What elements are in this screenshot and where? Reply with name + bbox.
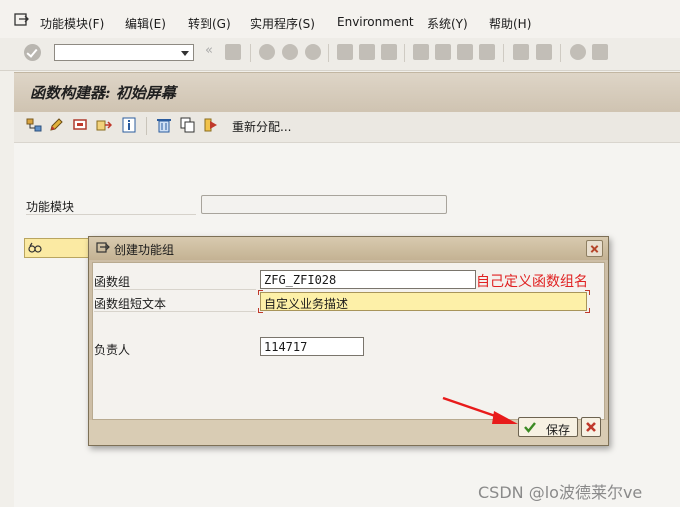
label-underline [26,214,196,215]
dialog-title: 创建功能组 [114,243,175,257]
function-group-label: 函数组 [94,275,131,289]
label-underline [94,311,256,312]
menu-function-module[interactable]: 功能模块(F) [40,15,104,32]
short-text-label: 函数组短文本 [94,297,167,311]
command-field[interactable] [54,44,194,61]
display-icon[interactable] [72,117,88,133]
menu-system[interactable]: 系统(Y) [427,15,468,32]
toolbar-separator [503,44,504,62]
copy-icon[interactable] [180,117,196,133]
enter-check-icon[interactable] [24,44,41,61]
menu-goto[interactable]: 转到(G) [188,15,231,32]
dialog-close-icon[interactable] [586,240,603,257]
new-session-icon[interactable] [513,44,529,60]
toolbar-separator [146,117,147,135]
toolbar-separator [560,44,561,62]
back-icon[interactable] [259,44,275,60]
focus-corner [258,308,263,313]
function-group-input[interactable]: ZFG_ZFI028 [260,270,476,289]
reassign-button[interactable]: 重新分配... [232,118,291,135]
focus-corner [258,290,263,295]
focus-corner [585,308,590,313]
previous-page-icon[interactable] [435,44,451,60]
cancel-icon[interactable] [305,44,321,60]
toolbar-separator [404,44,405,62]
function-module-label: 功能模块 [26,200,75,214]
toolbar-separator [328,44,329,62]
next-page-icon[interactable] [457,44,473,60]
save-label: 保存 [546,423,571,437]
change-pencil-icon[interactable] [48,117,64,133]
print-icon[interactable] [337,44,353,60]
cancel-x-icon [586,422,596,432]
toolbar-separator [250,44,251,62]
find-icon[interactable] [359,44,375,60]
menu-environment[interactable]: Environment [337,15,414,29]
page-title: 函数构建器: 初始屏幕 [30,84,176,102]
menu-help[interactable]: 帮助(H) [489,15,531,32]
last-page-icon[interactable] [479,44,495,60]
owner-input[interactable]: 114717 [260,337,364,356]
menu-utilities[interactable]: 实用程序(S) [250,15,315,32]
focus-corner [585,290,590,295]
watermark: CSDN @lo波德莱尔ve [478,483,643,502]
object-tree-icon[interactable] [26,117,42,133]
dropdown-arrow-icon[interactable] [181,51,189,56]
reassign-icon[interactable] [204,117,220,133]
annotation-text: 自己定义函数组名 [476,274,588,290]
short-text-input[interactable]: 自定义业务描述 [260,292,587,311]
application-toolbar [14,112,680,143]
info-icon[interactable] [121,117,137,133]
glasses-icon [28,242,42,253]
annotation-arrow [442,396,518,424]
label-underline [94,289,256,290]
cancel-button[interactable] [581,417,601,437]
shortcut-icon[interactable] [536,44,552,60]
first-page-icon[interactable] [413,44,429,60]
window-menu-icon[interactable] [14,12,30,28]
exit-icon[interactable] [282,44,298,60]
find-next-icon[interactable] [381,44,397,60]
checkmark-icon [524,422,536,433]
function-module-input[interactable] [201,195,447,214]
save-icon[interactable] [225,44,241,60]
delete-icon[interactable] [156,117,172,133]
save-button[interactable]: 保存 [518,417,578,437]
layout-menu-icon[interactable] [592,44,608,60]
window-icon [96,242,110,253]
menu-edit[interactable]: 编辑(E) [125,15,166,32]
owner-label: 负责人 [94,343,131,357]
create-icon[interactable] [96,117,112,133]
help-icon[interactable] [570,44,586,60]
double-chevron-left-icon: « [205,43,213,58]
